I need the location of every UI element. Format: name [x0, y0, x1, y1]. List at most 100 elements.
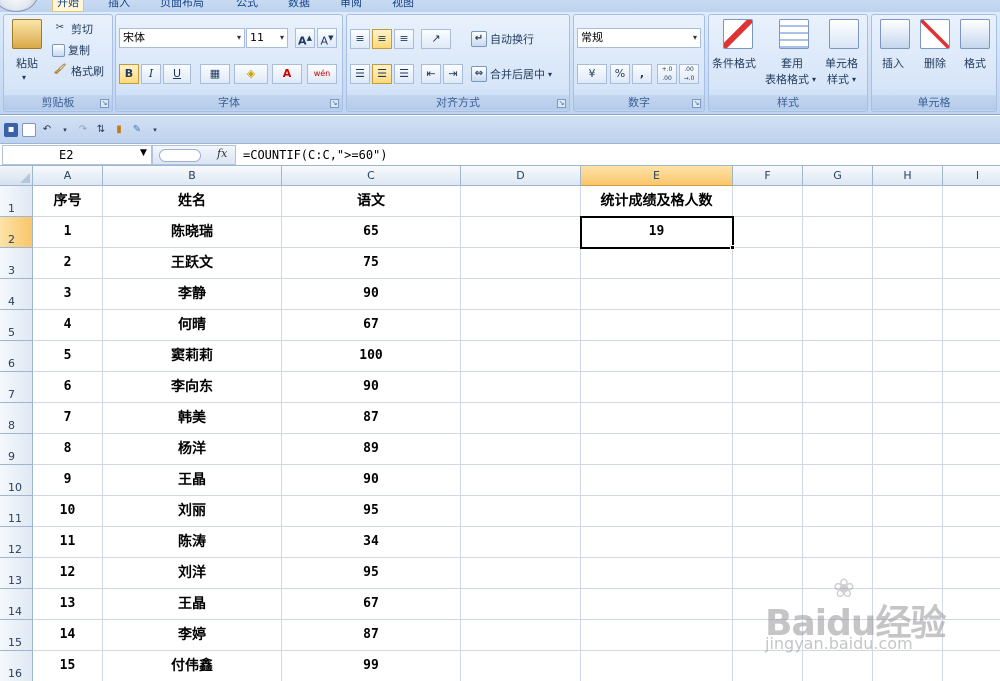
cell[interactable]	[803, 496, 873, 527]
conditional-format-button[interactable]: 条件格式	[712, 55, 756, 71]
decrease-decimal-button[interactable]: .00 →.0	[679, 64, 699, 84]
cell[interactable]	[461, 558, 581, 589]
number-format-select[interactable]: 常规 ▾	[577, 28, 701, 48]
seq-cell[interactable]: 12	[33, 558, 103, 589]
cell[interactable]	[733, 496, 803, 527]
score-cell[interactable]: 90	[282, 465, 461, 496]
seq-cell[interactable]: 15	[33, 651, 103, 681]
seq-cell[interactable]: 10	[33, 496, 103, 527]
row-header[interactable]: 14	[0, 589, 33, 620]
cell[interactable]	[803, 620, 873, 651]
name-cell[interactable]: 李婷	[103, 620, 282, 651]
cell[interactable]	[873, 186, 943, 217]
shrink-font-button[interactable]: A▼	[317, 28, 337, 48]
cell[interactable]	[943, 620, 1000, 651]
cell[interactable]	[581, 310, 733, 341]
cell[interactable]	[803, 248, 873, 279]
seq-cell[interactable]: 11	[33, 527, 103, 558]
cell[interactable]	[943, 372, 1000, 403]
cell[interactable]	[873, 403, 943, 434]
cell[interactable]	[581, 372, 733, 403]
name-cell[interactable]: 付伟鑫	[103, 651, 282, 681]
cell[interactable]	[803, 558, 873, 589]
name-box[interactable]: E2	[2, 145, 152, 165]
seq-cell[interactable]: 9	[33, 465, 103, 496]
row-header[interactable]: 10	[0, 465, 33, 496]
select-all-button[interactable]	[0, 166, 33, 186]
score-cell[interactable]: 90	[282, 279, 461, 310]
column-header-f[interactable]: F	[733, 166, 803, 186]
cell[interactable]	[733, 310, 803, 341]
seq-cell[interactable]: 4	[33, 310, 103, 341]
row-header[interactable]: 1	[0, 186, 33, 217]
row-header[interactable]: 16	[0, 651, 33, 681]
cell[interactable]	[943, 465, 1000, 496]
conditional-format-icon[interactable]	[723, 19, 753, 49]
cell[interactable]	[943, 279, 1000, 310]
redo-icon[interactable]: ↷	[76, 123, 90, 137]
cell[interactable]	[943, 558, 1000, 589]
cell[interactable]	[943, 496, 1000, 527]
cell[interactable]	[581, 279, 733, 310]
cell[interactable]	[733, 217, 803, 248]
header-cell-e[interactable]: 统计成绩及格人数	[581, 186, 733, 217]
clipboard-launcher-icon[interactable]: ↘	[100, 99, 109, 108]
cell[interactable]	[461, 496, 581, 527]
row-header[interactable]: 8	[0, 403, 33, 434]
chart-icon[interactable]: ▮	[112, 123, 126, 137]
table-style-button-2[interactable]: 表格格式 ▾	[765, 71, 816, 87]
italic-button[interactable]: I	[141, 64, 161, 84]
score-cell[interactable]: 65	[282, 217, 461, 248]
score-cell[interactable]: 34	[282, 527, 461, 558]
score-cell[interactable]: 75	[282, 248, 461, 279]
fill-color-button[interactable]: ◈	[234, 64, 268, 84]
score-cell[interactable]: 100	[282, 341, 461, 372]
paste-button[interactable]: 粘贴	[16, 55, 38, 71]
seq-cell[interactable]: 3	[33, 279, 103, 310]
cell[interactable]	[803, 310, 873, 341]
row-header[interactable]: 13	[0, 558, 33, 589]
name-cell[interactable]: 李静	[103, 279, 282, 310]
tab-view[interactable]: 视图	[388, 0, 418, 12]
cell[interactable]	[461, 465, 581, 496]
insert-function-icon[interactable]: fx	[217, 147, 227, 160]
cell[interactable]	[461, 589, 581, 620]
tab-formulas[interactable]: 公式	[232, 0, 262, 12]
header-cell-c[interactable]: 语文	[282, 186, 461, 217]
cell[interactable]	[461, 527, 581, 558]
cell[interactable]	[581, 651, 733, 681]
delete-cells-icon[interactable]	[920, 19, 950, 49]
cell[interactable]	[461, 186, 581, 217]
increase-decimal-button[interactable]: +.0 .00	[657, 64, 677, 84]
cell[interactable]	[873, 248, 943, 279]
align-middle-button[interactable]: ≡	[372, 29, 392, 49]
cell[interactable]	[581, 589, 733, 620]
tab-review[interactable]: 审阅	[336, 0, 366, 12]
score-cell[interactable]: 90	[282, 372, 461, 403]
cell[interactable]	[873, 589, 943, 620]
save-icon[interactable]: ▪	[4, 122, 18, 137]
column-header-g[interactable]: G	[803, 166, 873, 186]
font-name-select[interactable]: 宋体 ▾	[119, 28, 245, 48]
name-cell[interactable]: 陈涛	[103, 527, 282, 558]
seq-cell[interactable]: 5	[33, 341, 103, 372]
cell[interactable]	[873, 527, 943, 558]
score-cell[interactable]: 87	[282, 620, 461, 651]
cell[interactable]	[581, 620, 733, 651]
chevron-down-icon[interactable]: ▾	[58, 123, 72, 137]
name-cell[interactable]: 王晶	[103, 465, 282, 496]
name-cell[interactable]: 李向东	[103, 372, 282, 403]
cell[interactable]	[461, 372, 581, 403]
format-cells-icon[interactable]	[960, 19, 990, 49]
align-left-button[interactable]: ☰	[350, 64, 370, 84]
cell[interactable]	[733, 558, 803, 589]
header-cell-a[interactable]: 序号	[33, 186, 103, 217]
cell[interactable]	[581, 403, 733, 434]
formula-bar-resize-handle[interactable]	[159, 149, 201, 162]
cell[interactable]	[733, 589, 803, 620]
row-header[interactable]: 11	[0, 496, 33, 527]
seq-cell[interactable]: 14	[33, 620, 103, 651]
column-header-e[interactable]: E	[581, 166, 733, 186]
grow-font-button[interactable]: A▲	[295, 28, 315, 48]
seq-cell[interactable]: 2	[33, 248, 103, 279]
